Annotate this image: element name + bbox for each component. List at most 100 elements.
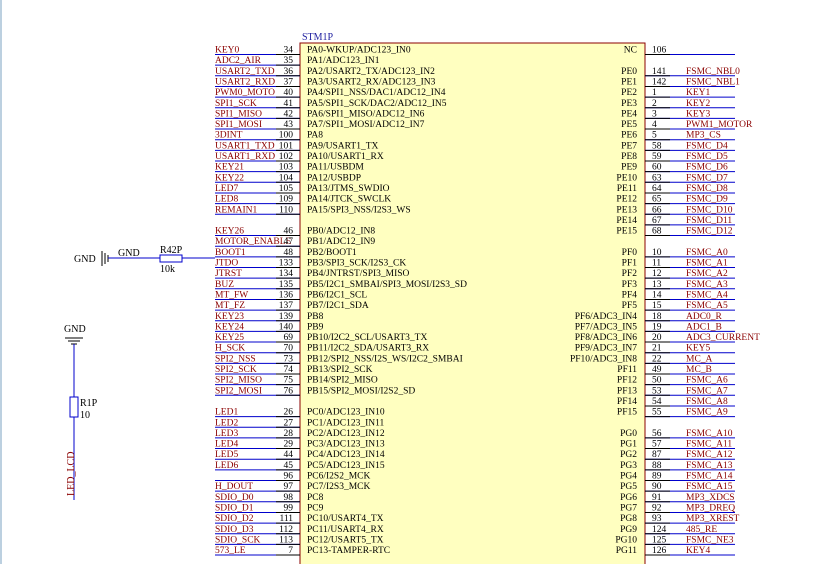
left-pin-row[interactable]: H_DOUT 97 PC7/I2S3_MCK <box>215 482 370 492</box>
left-pin-number: 103 <box>279 163 294 173</box>
right-pin-row[interactable]: PG11 126 KEY4 <box>616 546 735 556</box>
left-pin-net: H_DOUT <box>215 482 253 492</box>
left-pin-row[interactable]: USART1_RXD 102 PA10/USART1_RX <box>215 152 384 162</box>
left-pin-row[interactable]: SPI1_MISO 42 PA6/SPI1_MISO/ADC12_IN6 <box>215 109 425 119</box>
left-pin-row[interactable]: KEY25 69 PB10/I2C2_SCL/USART3_TX <box>215 333 427 343</box>
right-pin-row[interactable]: PF14 54 FSMC_A8 <box>617 397 735 407</box>
left-pin-number: 41 <box>284 99 294 109</box>
left-pin-row[interactable]: MT_FZ 137 PB7/I2C1_SDA <box>215 301 369 311</box>
right-pin-number: 21 <box>652 344 662 354</box>
left-pin-row[interactable]: MT_FW 136 PB6/I2C1_SCL <box>215 290 367 300</box>
right-pin-number: 67 <box>652 216 662 226</box>
right-pin-net: FSMC_A5 <box>686 301 728 311</box>
left-pin-row[interactable]: SPI2_SCK 74 PB13/SPI2_SCK <box>215 365 373 375</box>
right-pin-row[interactable]: PE14 67 FSMC_D11 <box>616 216 735 226</box>
left-pin-net: BOOT1 <box>215 248 246 258</box>
right-pin-row[interactable]: PE11 64 FSMC_D8 <box>617 184 735 194</box>
right-pin-row[interactable]: PF11 49 MC_B <box>617 365 735 375</box>
right-pin-row[interactable]: PG10 125 FSMC_NE3 <box>615 535 735 545</box>
left-pin-net: KEY26 <box>215 227 244 237</box>
left-pin-row[interactable]: SPI2_MOSI 76 PB15/SPI2_MOSI/I2S2_SD <box>215 386 415 396</box>
left-pin-row[interactable]: SPI1_MOSI 43 PA7/SPI1_MOSI/ADC12_IN7 <box>215 120 425 130</box>
left-pin-number: 135 <box>279 280 294 290</box>
left-pin-net: USART2_RXD <box>215 77 275 87</box>
left-pin-number: 112 <box>279 525 293 535</box>
left-pin-row[interactable]: KEY26 46 PB0/ADC12_IN8 <box>215 227 375 237</box>
right-pin-row[interactable]: PF7/ADC3_IN5 19 ADC1_B <box>575 322 735 332</box>
left-pin-function: PB11/I2C2_SDA/USART3_RX <box>307 344 429 354</box>
right-pin-net: FSMC_D8 <box>686 184 728 194</box>
left-pin-row[interactable]: SDIO_D2 111 PC10/USART4_TX <box>215 514 384 524</box>
left-pin-row[interactable]: SDIO_D1 99 PC9 <box>215 503 324 513</box>
left-pin-row[interactable]: USART2_RXD 37 PA3/USART2_RX/ADC123_IN3 <box>215 77 436 87</box>
left-pin-row[interactable]: JTDO 133 PB3/SPI3_SCK/I2S3_CK <box>215 259 406 269</box>
left-pin-row[interactable]: BOOT1 48 PB2/BOOT1 <box>215 248 357 258</box>
right-pin-function: PF1 <box>622 259 638 269</box>
left-pin-function: PC4/ADC123_IN14 <box>307 450 385 460</box>
right-pin-row[interactable]: PF6/ADC3_IN4 18 ADC0_R <box>575 312 735 322</box>
left-pin-row[interactable]: USART1_TXD 101 PA9/USART1_TX <box>215 141 379 151</box>
left-pin-row[interactable]: KEY23 139 PB8 <box>215 312 324 322</box>
left-pin-number: 47 <box>284 237 294 247</box>
left-pin-function: PA11/USBDM <box>307 163 364 173</box>
left-pin-net: MOTOR_ENABLE <box>215 237 292 247</box>
left-pin-row[interactable]: 96 PC6/I2S2_MCK <box>215 472 370 482</box>
left-pin-function: PC3/ADC123_IN13 <box>307 440 385 450</box>
left-pin-number: 28 <box>284 429 294 439</box>
left-pin-row[interactable]: MOTOR_ENABLE47 PB1/ADC12_IN9 <box>215 237 375 247</box>
left-pin-number: 100 <box>279 131 294 141</box>
left-pin-row[interactable]: 3DINT 100 PA8 <box>215 131 323 141</box>
right-pin-row[interactable]: PE12 65 FSMC_D9 <box>616 195 735 205</box>
right-pin-number: 56 <box>652 429 662 439</box>
right-pin-row[interactable]: PE15 68 FSMC_D12 <box>616 227 735 237</box>
right-pin-row[interactable]: PF15 55 FSMC_A9 <box>617 408 735 418</box>
left-pin-row[interactable]: USART2_TXD 36 PA2/USART2_TX/ADC123_IN2 <box>215 67 435 77</box>
right-pin-row[interactable]: PF13 53 FSMC_A7 <box>617 386 735 396</box>
left-pin-net: SDIO_D1 <box>215 503 254 513</box>
right-pin-function: PF4 <box>622 290 638 300</box>
led-lcd-circuit: GND R1P 10 LED_LCD <box>64 324 98 500</box>
right-pin-row[interactable]: PF8/ADC3_IN6 20 ADC3_CURRENT <box>575 333 760 343</box>
right-pin-function: PE9 <box>621 163 637 173</box>
right-pin-number: 63 <box>652 173 662 183</box>
left-pin-number: 137 <box>279 301 294 311</box>
right-pin-function: PE2 <box>621 88 637 98</box>
left-pin-number: 98 <box>284 493 294 503</box>
left-pin-row[interactable]: SDIO_SCK 113 PC12/USART5_TX <box>215 535 384 545</box>
left-pin-row[interactable]: KEY24 140 PB9 <box>215 322 324 332</box>
left-pin-row[interactable]: SDIO_D3 112 PC11/USART4_RX <box>215 525 384 535</box>
left-pin-function: PA9/USART1_TX <box>307 141 379 151</box>
left-pin-row[interactable]: SPI2_NSS 73 PB12/SPI2_NSS/I2S_WS/I2C2_SMBA… <box>215 354 463 364</box>
r42p-resistor[interactable] <box>159 254 183 263</box>
right-pin-net: 485_RE <box>686 525 717 535</box>
left-pin-row[interactable]: REMAIN1 110 PA15/SPI3_NSS/I2S3_WS <box>215 205 411 215</box>
right-pin-row[interactable]: PF12 50 FSMC_A6 <box>617 376 735 386</box>
left-pin-function: PB8 <box>307 312 324 322</box>
right-pin-function: PE10 <box>616 173 637 183</box>
right-pin-number: 57 <box>652 440 662 450</box>
left-pin-row[interactable]: SDIO_D0 98 PC8 <box>215 493 324 503</box>
right-pin-row[interactable]: PE13 66 FSMC_D10 <box>616 205 735 215</box>
right-pin-row[interactable]: PE10 63 FSMC_D7 <box>616 173 735 183</box>
right-pin-row[interactable]: PF10/ADC3_IN8 22 MC_A <box>570 354 735 364</box>
left-pin-row[interactable]: ADC2_AIR 35 PA1/ADC123_IN1 <box>215 56 380 66</box>
left-pin-function: PA15/SPI3_NSS/I2S3_WS <box>307 205 411 215</box>
left-pin-row[interactable]: PWM0_MOTO 40 PA4/SPI1_NSS/DAC1/ADC12_IN4 <box>215 88 446 98</box>
left-pin-row[interactable]: H_SCK 70 PB11/I2C2_SDA/USART3_RX <box>215 344 429 354</box>
left-pin-row[interactable]: BUZ 135 PB5/I2C1_SMBAI/SPI3_MOSI/I2S3_SD <box>215 280 467 290</box>
right-pin-number: 15 <box>652 301 662 311</box>
left-pin-net: H_SCK <box>215 344 245 354</box>
right-pin-row[interactable]: PF9/ADC3_IN7 21 KEY5 <box>575 344 735 354</box>
left-pin-row[interactable]: JTRST 134 PB4/JNTRST/SPI3_MISO <box>215 269 410 279</box>
left-pin-row[interactable]: KEY22 104 PA12/USBDP <box>215 173 361 183</box>
left-pin-row[interactable]: SPI1_SCK 41 PA5/SPI1_SCK/DAC2/ADC12_IN5 <box>215 99 447 109</box>
left-pin-row[interactable]: SPI2_MISO 75 PB14/SPI2_MISO <box>215 376 378 386</box>
left-pin-row[interactable]: KEY0 34 PA0-WKUP/ADC123_IN0 <box>215 46 411 56</box>
left-pin-row[interactable]: KEY21 103 PA11/USBDM <box>215 163 364 173</box>
r1p-resistor[interactable] <box>69 396 79 418</box>
right-pin-net: FSMC_A2 <box>686 269 728 279</box>
left-pin-function: PB2/BOOT1 <box>307 248 357 258</box>
right-pin-function: PE4 <box>621 109 637 119</box>
left-pin-number: 35 <box>284 56 294 66</box>
left-pin-function: PC9 <box>307 503 324 513</box>
